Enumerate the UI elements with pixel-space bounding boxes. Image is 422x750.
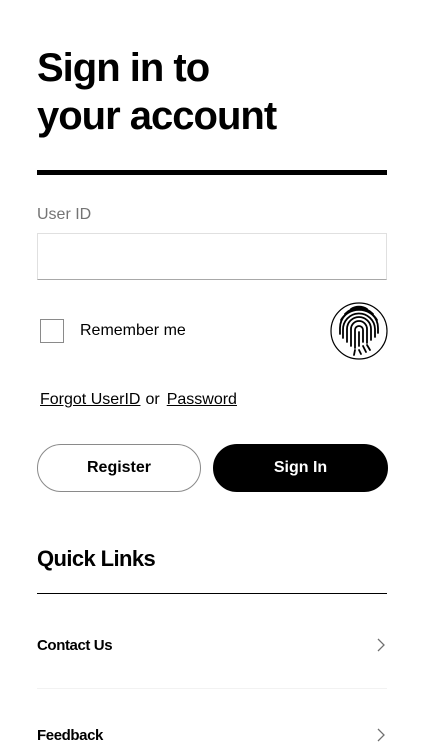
feedback-label: Feedback (37, 726, 103, 744)
forgot-or-text: or (145, 391, 160, 408)
page-title-line-1: Sign in to (37, 46, 210, 90)
page-title: Sign in to your account (37, 44, 397, 140)
chevron-right-icon (377, 638, 385, 652)
page-title-line-2: your account (37, 94, 277, 138)
contact-us-link[interactable]: Contact Us (37, 633, 387, 657)
quick-links-title: Quick Links (37, 546, 156, 571)
contact-us-label: Contact Us (37, 636, 113, 654)
chevron-right-icon (377, 728, 385, 742)
sign-in-screen: Sign in to your account User ID Remember… (0, 0, 422, 750)
fingerprint-icon[interactable] (330, 302, 388, 360)
list-divider (37, 688, 387, 689)
sign-in-button[interactable]: Sign In (213, 444, 388, 492)
register-button[interactable]: Register (37, 444, 201, 492)
forgot-userid-link[interactable]: Forgot UserID (40, 391, 140, 409)
feedback-link[interactable]: Feedback (37, 723, 387, 747)
remember-me-label[interactable]: Remember me (80, 322, 186, 340)
userid-label: User ID (37, 206, 92, 223)
remember-me-checkbox[interactable] (40, 319, 64, 343)
forgot-credentials-row: Forgot UserID or Password (40, 391, 237, 409)
quick-links-divider (37, 593, 387, 594)
title-divider (37, 170, 387, 175)
userid-input[interactable] (37, 233, 387, 280)
remember-me-row[interactable]: Remember me (40, 319, 186, 343)
forgot-password-link[interactable]: Password (167, 391, 237, 409)
